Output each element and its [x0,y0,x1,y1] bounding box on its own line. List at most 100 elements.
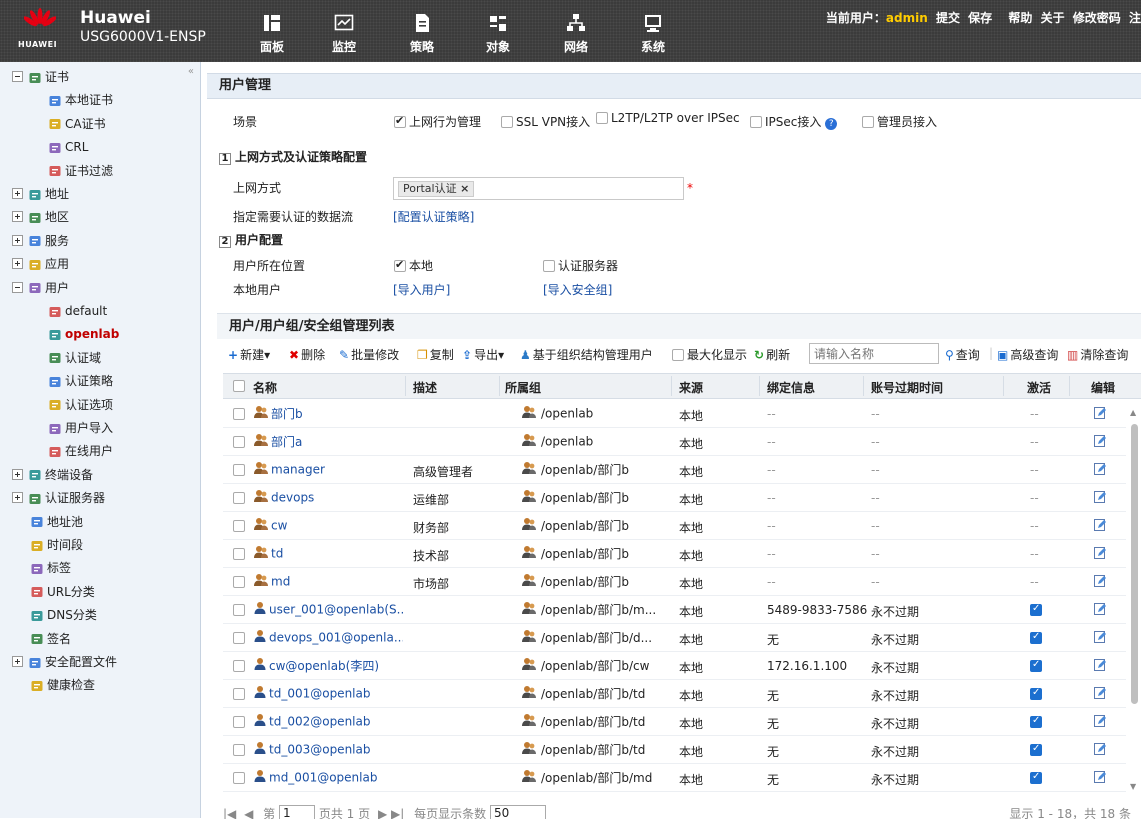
sidebar-item[interactable]: 健康检查 [30,674,95,696]
checkbox[interactable] [233,407,245,420]
edit-icon[interactable] [1093,770,1107,787]
export-button[interactable]: ⇪ 导出▾ [462,346,504,363]
sidebar-item[interactable]: 用户导入 [48,417,113,439]
expand-icon[interactable] [12,492,23,504]
prev-page-icon[interactable]: ◀ [244,807,253,819]
expand-icon[interactable] [12,468,23,480]
col-expire[interactable]: 账号过期时间 [871,379,943,396]
col-active[interactable]: 激活 [1027,379,1051,396]
scenario-l2tp[interactable]: L2TP/L2TP over IPSec [596,111,740,125]
table-row[interactable]: 部门b/openlab 本地 -- -- -- [223,400,1126,428]
table-row[interactable]: td 技术部/openlab/部门b 本地 -- -- -- [223,540,1126,568]
row-name-link[interactable]: td [253,545,403,562]
row-name-link[interactable]: md_001@openlab [253,769,403,786]
expand-icon[interactable] [12,234,23,246]
sidebar-item[interactable]: 签名 [30,628,71,650]
change-password-button[interactable]: 修改密码 [1073,11,1121,25]
advanced-query-button[interactable]: ▣ 高级查询 [997,346,1058,363]
import-user-link[interactable]: [导入用户] [393,281,450,298]
row-active[interactable] [1030,603,1045,617]
col-edit[interactable]: 编辑 [1091,379,1115,396]
sidebar-item[interactable]: 安全配置文件 [12,651,117,673]
table-scrollbar[interactable]: ▲ ▼ [1128,400,1141,810]
sidebar-item[interactable]: 地址 [12,183,69,205]
per-page-select[interactable]: 50 [489,805,546,819]
active-checkbox[interactable] [1030,771,1042,784]
edit-icon[interactable] [1093,602,1107,619]
row-name-link[interactable]: md [253,573,403,590]
sidebar-item[interactable]: 地区 [12,206,69,228]
sidebar-item[interactable]: 时间段 [30,534,83,556]
table-row[interactable]: td_001@openlab/openlab/部门b/td 本地 无 永不过期 [223,680,1126,708]
nav-network[interactable]: 网络 [556,12,596,55]
row-checkbox[interactable] [233,715,248,729]
search-input[interactable] [809,343,939,364]
org-manage-button[interactable]: ♟ 基于组织结构管理用户 [520,346,653,363]
checkbox[interactable] [596,111,608,124]
copy-button[interactable]: ❐ 复制 [417,346,454,363]
col-group[interactable]: 所属组 [505,379,541,396]
row-name-link[interactable]: cw@openlab(李四) [253,657,403,674]
checkbox[interactable] [233,519,245,532]
col-binding[interactable]: 绑定信息 [767,379,815,396]
row-checkbox[interactable] [233,407,248,421]
table-row[interactable]: user_001@openlab(S... /openlab/部门b/m... 本地… [223,596,1126,624]
row-name-link[interactable]: devops_001@openla... [253,629,403,646]
sidebar-item[interactable]: 服务 [12,230,69,252]
expand-icon[interactable] [12,258,23,270]
checkbox[interactable] [543,259,555,272]
table-row[interactable]: 部门a/openlab 本地 -- -- -- [223,428,1126,456]
submit-button[interactable]: 提交 [936,11,960,25]
row-checkbox[interactable] [233,547,248,561]
table-row[interactable]: md_001@openlab/openlab/部门b/md 本地 无 永不过期 [223,764,1126,792]
sidebar-item[interactable]: 认证服务器 [12,487,105,509]
scroll-up-icon[interactable]: ▲ [1130,408,1136,417]
table-row[interactable]: cw@openlab(李四) /openlab/部门b/cw 本地 172.16.1.… [223,652,1126,680]
remove-tag-icon[interactable]: × [460,182,469,195]
active-checkbox[interactable] [1030,603,1042,616]
page-input[interactable]: 1 [279,805,316,819]
table-row[interactable]: devops_001@openla... /openlab/部门b/d... 本地 无… [223,624,1126,652]
nav-system[interactable]: 系统 [633,12,673,55]
checkbox[interactable] [233,603,245,616]
checkbox[interactable] [233,715,245,728]
row-name-link[interactable]: cw [253,517,403,534]
row-active[interactable] [1030,715,1045,729]
row-active[interactable] [1030,743,1045,757]
checkbox[interactable] [750,115,762,128]
edit-icon[interactable] [1093,742,1107,759]
delete-button[interactable]: ✖ 删除 [289,346,325,363]
col-source[interactable]: 来源 [679,379,703,396]
row-checkbox[interactable] [233,687,248,701]
about-button[interactable]: 关于 [1041,11,1065,25]
help-button[interactable]: 帮助 [1008,11,1032,25]
sidebar-item[interactable]: default [48,300,107,322]
checkbox[interactable] [233,547,245,560]
row-name-link[interactable]: 部门a [253,433,403,450]
row-checkbox[interactable] [233,575,248,589]
sidebar-item[interactable]: DNS分类 [30,604,97,626]
clear-query-button[interactable]: ▥ 清除查询 [1067,346,1128,363]
edit-icon[interactable] [1093,434,1107,451]
sidebar-item[interactable]: 认证策略 [48,370,113,392]
row-active[interactable] [1030,659,1045,673]
sidebar-item[interactable]: 地址池 [30,511,83,533]
sidebar-item[interactable]: 证书过滤 [48,160,113,182]
import-security-group-link[interactable]: [导入安全组] [543,281,612,298]
expand-icon[interactable] [12,656,23,667]
scenario-ipsec[interactable]: IPSec接入 ? [750,113,838,130]
expand-icon[interactable] [12,188,23,199]
table-row[interactable]: cw 财务部/openlab/部门b 本地 -- -- -- [223,512,1126,540]
table-row[interactable]: manager 高级管理者/openlab/部门b 本地 -- -- -- [223,456,1126,484]
edit-icon[interactable] [1093,406,1107,423]
checkbox[interactable] [394,258,406,272]
active-checkbox[interactable] [1030,687,1042,700]
table-row[interactable]: devops 运维部/openlab/部门b 本地 -- -- -- [223,484,1126,512]
sidebar-item[interactable]: 应用 [12,253,69,275]
row-name-link[interactable]: user_001@openlab(S... [253,601,403,618]
row-name-link[interactable]: td_003@openlab [253,741,403,758]
sidebar-item[interactable]: 证书 [12,66,69,88]
row-name-link[interactable]: devops [253,489,403,506]
row-checkbox[interactable] [233,771,248,785]
edit-icon[interactable] [1093,518,1107,535]
